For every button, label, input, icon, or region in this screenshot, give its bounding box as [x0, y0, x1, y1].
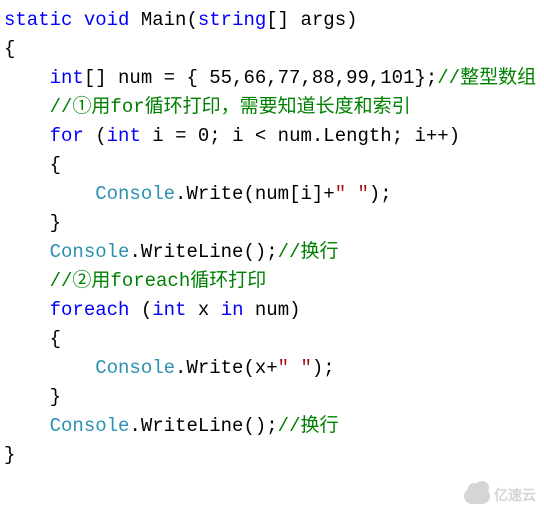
token-t: x: [186, 299, 220, 321]
code-line: {: [4, 151, 540, 180]
token-t: );: [312, 357, 335, 379]
code-line: {: [4, 35, 540, 64]
token-cl: Console: [50, 415, 130, 437]
token-cl: Console: [95, 183, 175, 205]
token-k: void: [84, 9, 130, 31]
code-line: {: [4, 325, 540, 354]
code-line: Console.Write(x+" ");: [4, 354, 540, 383]
token-t: }: [50, 386, 61, 408]
code-line: static void Main(string[] args): [4, 6, 540, 35]
token-k: int: [152, 299, 186, 321]
watermark: 亿速云: [464, 481, 536, 510]
token-t: {: [50, 328, 61, 350]
code-line: Console.Write(num[i]+" ");: [4, 180, 540, 209]
token-t: }: [50, 212, 61, 234]
token-c: //整型数组: [437, 67, 536, 89]
code-line: //①用for循环打印，需要知道长度和索引: [4, 93, 540, 122]
token-c: //②用foreach循环打印: [50, 270, 267, 292]
token-t: [72, 9, 83, 31]
token-t: .Write(x+: [175, 357, 278, 379]
token-t: [] args): [266, 9, 357, 31]
token-t: .Write(num[i]+: [175, 183, 335, 205]
token-cl: Console: [95, 357, 175, 379]
token-s: " ": [278, 357, 312, 379]
token-c: //换行: [278, 241, 339, 263]
token-c: //换行: [278, 415, 339, 437]
token-c: //①用for循环打印，需要知道长度和索引: [50, 96, 411, 118]
token-t: (: [84, 125, 107, 147]
token-k: for: [50, 125, 84, 147]
token-t: .WriteLine();: [129, 415, 277, 437]
token-t: }: [4, 444, 15, 466]
token-k: in: [221, 299, 244, 321]
code-line: }: [4, 441, 540, 470]
token-t: Main(: [129, 9, 197, 31]
token-k: int: [50, 67, 84, 89]
token-t: i = 0; i < num.Length; i++): [141, 125, 460, 147]
token-s: " ": [335, 183, 369, 205]
token-t: .WriteLine();: [129, 241, 277, 263]
token-k: int: [107, 125, 141, 147]
token-cl: Console: [50, 241, 130, 263]
code-line: Console.WriteLine();//换行: [4, 412, 540, 441]
code-line: for (int i = 0; i < num.Length; i++): [4, 122, 540, 151]
token-t: {: [4, 38, 15, 60]
code-line: foreach (int x in num): [4, 296, 540, 325]
code-line: //②用foreach循环打印: [4, 267, 540, 296]
watermark-text: 亿速云: [494, 481, 536, 510]
token-t: );: [369, 183, 392, 205]
code-line: int[] num = { 55,66,77,88,99,101};//整型数组: [4, 64, 540, 93]
code-line: }: [4, 383, 540, 412]
token-t: (: [129, 299, 152, 321]
token-k: foreach: [50, 299, 130, 321]
token-k: static: [4, 9, 72, 31]
cloud-icon: [464, 488, 490, 504]
code-line: Console.WriteLine();//换行: [4, 238, 540, 267]
token-t: num): [244, 299, 301, 321]
token-k: string: [198, 9, 266, 31]
code-line: }: [4, 209, 540, 238]
code-block: static void Main(string[] args){ int[] n…: [0, 0, 544, 476]
token-t: [] num = { 55,66,77,88,99,101};: [84, 67, 437, 89]
token-t: {: [50, 154, 61, 176]
